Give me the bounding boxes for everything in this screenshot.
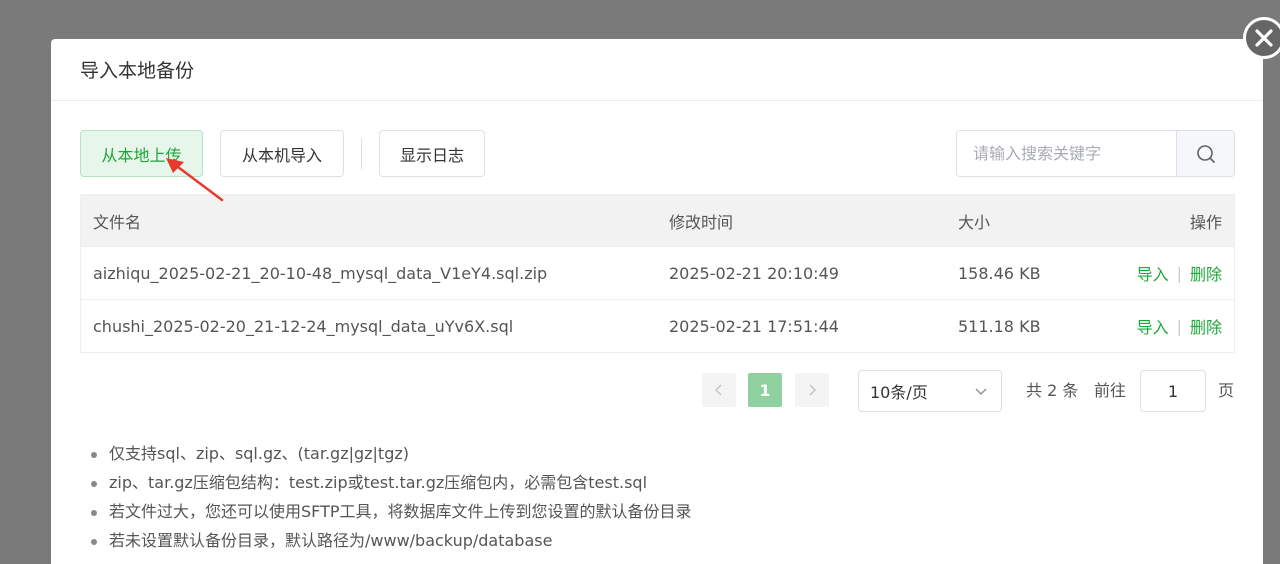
header-size: 大小 xyxy=(958,212,991,232)
page-number-current[interactable]: 1 xyxy=(748,373,782,407)
search-button[interactable] xyxy=(1176,131,1234,176)
tip-item: 仅支持sql、zip、sql.gz、(tar.gz|gz|tgz) xyxy=(89,444,692,473)
action-separator: | xyxy=(1176,316,1182,336)
search-box xyxy=(956,130,1235,177)
size-cell: 511.18 KB xyxy=(958,316,1041,336)
delete-link[interactable]: 删除 xyxy=(1190,261,1222,285)
import-from-machine-label: 从本机导入 xyxy=(241,145,322,165)
toolbar-divider xyxy=(361,138,362,169)
show-log-label: 显示日志 xyxy=(399,145,464,165)
actions-cell: 导入 | 删除 xyxy=(1118,261,1234,285)
table-header-row: 文件名 修改时间 大小 操作 xyxy=(81,195,1234,246)
mtime-cell: 2025-02-21 20:10:49 xyxy=(669,263,839,283)
toolbar: 从本地上传 从本机导入 显示日志 xyxy=(51,130,1263,177)
dialog-title: 导入本地备份 xyxy=(80,60,195,82)
page-size-value: 10条/页 xyxy=(870,383,928,402)
file-name-cell: chushi_2025-02-20_21-12-24_mysql_data_uY… xyxy=(93,316,514,336)
close-dialog-button[interactable] xyxy=(1243,17,1280,59)
annotation-arrow-icon xyxy=(166,158,224,202)
page-size-select[interactable]: 10条/页 xyxy=(858,370,1002,412)
header-mtime: 修改时间 xyxy=(669,212,734,232)
tip-item: 若未设置默认备份目录，默认路径为/www/backup/database xyxy=(89,531,692,560)
action-separator: | xyxy=(1176,263,1182,283)
chevron-down-icon xyxy=(975,388,987,396)
goto-label: 前往 xyxy=(1094,381,1127,400)
next-page-button[interactable] xyxy=(795,373,829,407)
tips-list: 仅支持sql、zip、sql.gz、(tar.gz|gz|tgz) zip、ta… xyxy=(89,444,692,560)
file-name-cell: aizhiqu_2025-02-21_20-10-48_mysql_data_V… xyxy=(93,263,548,283)
import-from-machine-button[interactable]: 从本机导入 xyxy=(220,130,344,177)
backup-table: 文件名 修改时间 大小 操作 aizhiqu_2025-02-21_20-10-… xyxy=(80,194,1235,353)
header-actions-label: 操作 xyxy=(1189,212,1222,232)
chevron-left-icon xyxy=(714,384,722,396)
size-cell: 158.46 KB xyxy=(958,263,1041,283)
show-log-button[interactable]: 显示日志 xyxy=(379,130,485,177)
prev-page-button[interactable] xyxy=(702,373,736,407)
goto-page-input[interactable] xyxy=(1140,370,1206,412)
search-icon xyxy=(1196,144,1215,163)
close-icon xyxy=(1255,29,1273,47)
import-link[interactable]: 导入 xyxy=(1137,261,1169,285)
tip-item: 若文件过大，您还可以使用SFTP工具，将数据库文件上传到您设置的默认备份目录 xyxy=(89,502,692,531)
actions-cell: 导入 | 删除 xyxy=(1118,314,1234,338)
header-actions: 操作 xyxy=(1118,209,1234,233)
mtime-cell: 2025-02-21 17:51:44 xyxy=(669,316,839,336)
table-row: aizhiqu_2025-02-21_20-10-48_mysql_data_V… xyxy=(81,246,1234,299)
table-row: chushi_2025-02-20_21-12-24_mysql_data_uY… xyxy=(81,299,1234,352)
search-input[interactable] xyxy=(957,131,1176,176)
import-link[interactable]: 导入 xyxy=(1137,314,1169,338)
delete-link[interactable]: 删除 xyxy=(1190,314,1222,338)
import-backup-dialog: 导入本地备份 从本地上传 从本机导入 显示日志 文件名 修改时间 大小 xyxy=(51,39,1263,564)
total-count: 共 2 条 xyxy=(1026,381,1079,400)
tip-item: zip、tar.gz压缩包结构：test.zip或test.tar.gz压缩包内… xyxy=(89,473,692,502)
dialog-header: 导入本地备份 xyxy=(51,39,1263,101)
page-suffix: 页 xyxy=(1218,381,1235,400)
chevron-right-icon xyxy=(809,384,817,396)
header-name: 文件名 xyxy=(93,212,142,232)
